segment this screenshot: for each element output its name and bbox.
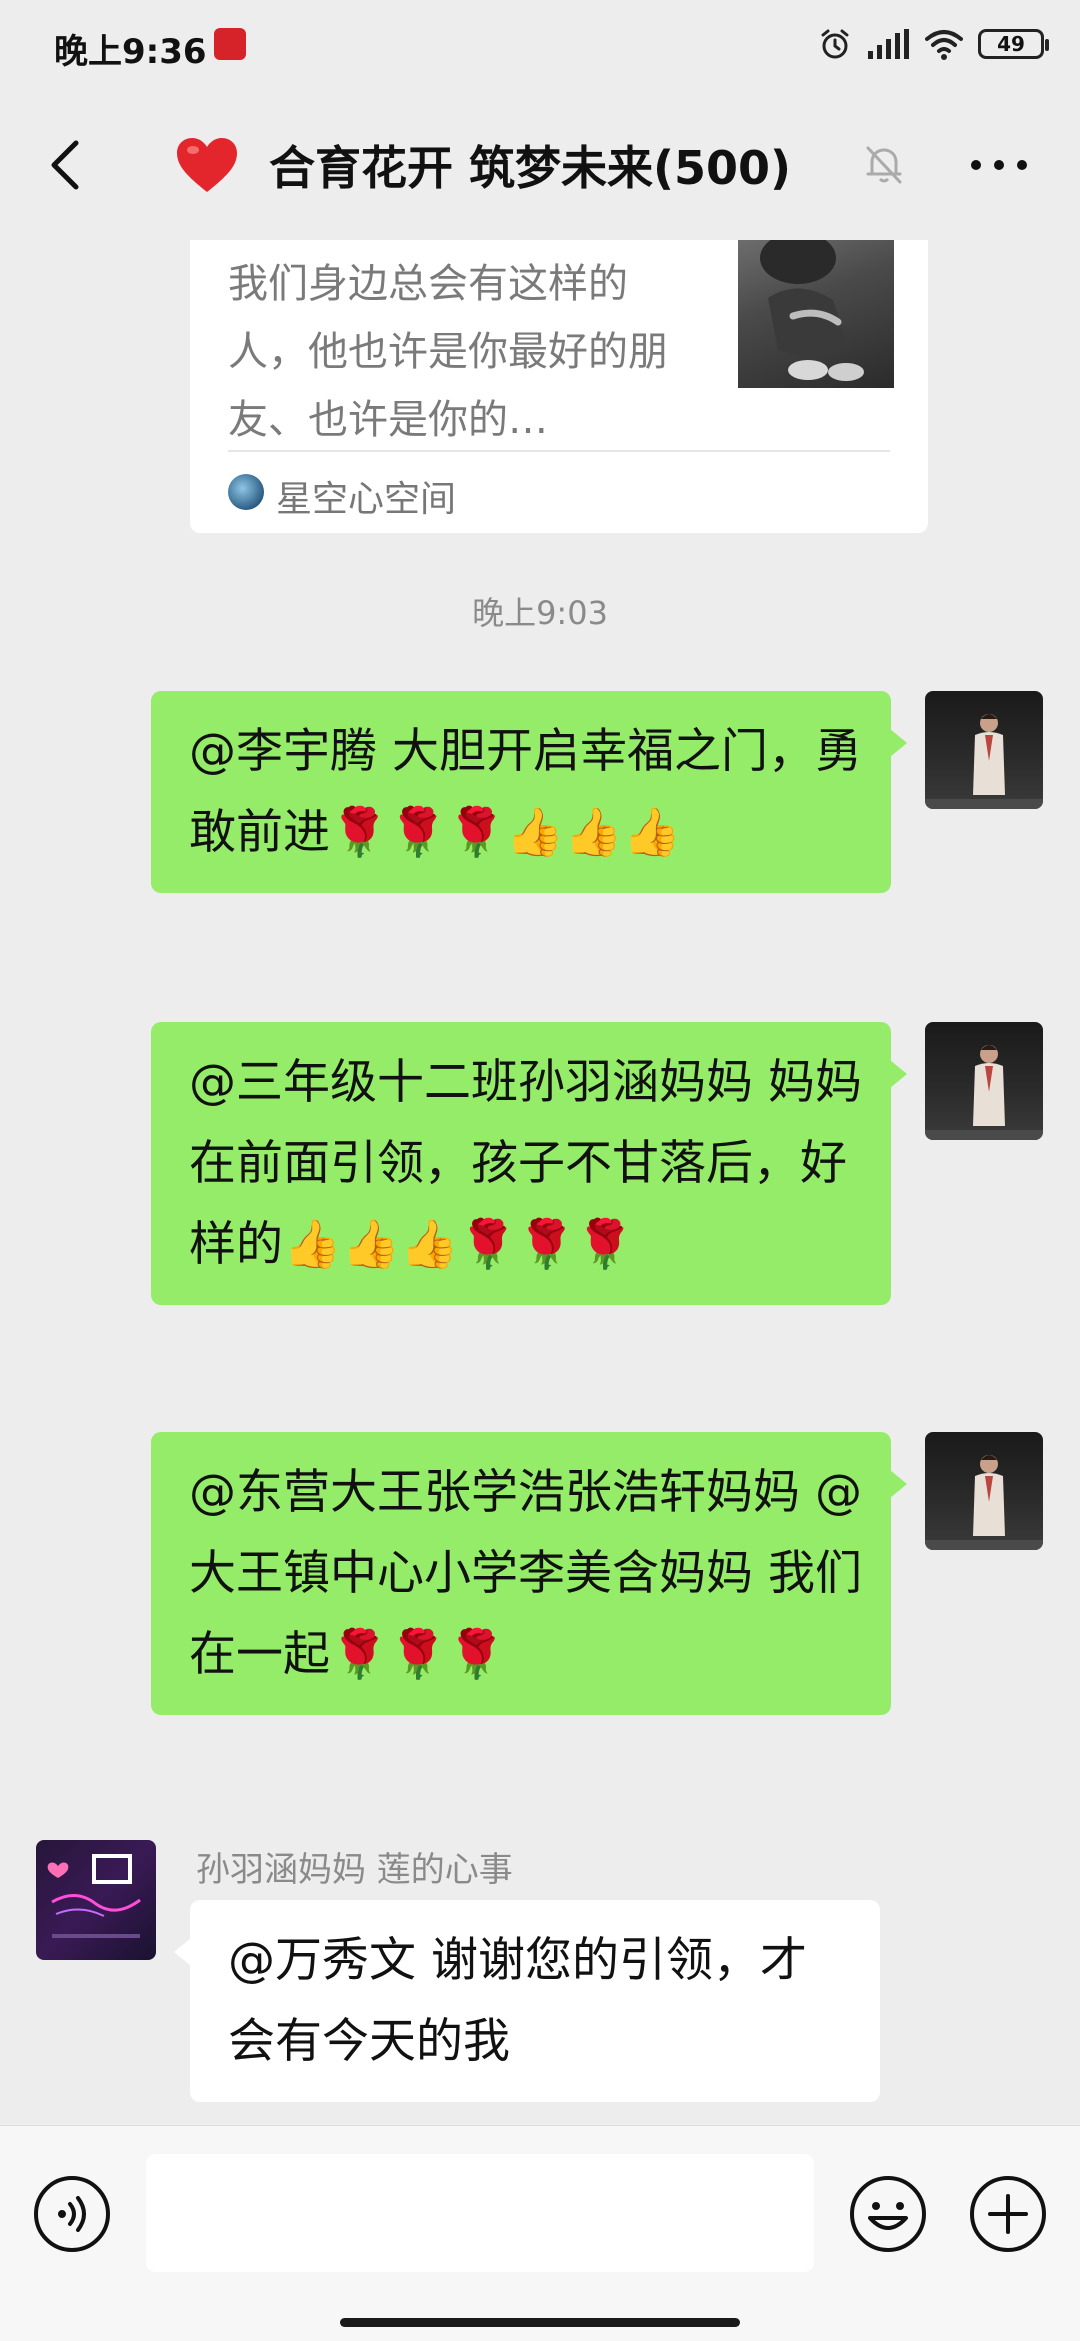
- message-input[interactable]: [146, 2154, 814, 2272]
- message-bubble-other[interactable]: @万秀文 谢谢您的引领，才会有今天的我: [174, 1900, 880, 2102]
- back-button[interactable]: [36, 135, 96, 195]
- voice-input-button[interactable]: [32, 2174, 112, 2254]
- chat-header: 合育花开 筑梦未来(500): [0, 90, 1080, 240]
- message-input-bar: [0, 2125, 1080, 2341]
- status-time: 晚上9:36: [54, 32, 207, 72]
- shared-article-description: 我们身边总会有这样的人，他也许是你最好的朋友、也许是你的…: [228, 261, 668, 443]
- chat-title-area[interactable]: 合育花开 筑梦未来(500): [175, 130, 791, 200]
- battery-indicator: 49: [978, 29, 1049, 59]
- message-bubble-self[interactable]: @李宇腾 大胆开启幸福之门，勇敢前进🌹🌹🌹👍👍👍: [151, 691, 907, 893]
- chat-messages[interactable]: 我们身边总会有这样的人，他也许是你最好的朋友、也许是你的… 星空心空间 晚上9:…: [0, 240, 1080, 2125]
- avatar[interactable]: [36, 1840, 156, 1960]
- chat-timestamp: 晚上9:03: [472, 594, 608, 632]
- card-divider: [228, 450, 890, 452]
- status-bar: 晚上9:36 49: [0, 0, 1080, 90]
- chevron-left-icon: [51, 140, 79, 190]
- plus-button[interactable]: [968, 2174, 1048, 2254]
- message-bubble-self[interactable]: @三年级十二班孙羽涵妈妈 妈妈在前面引领，孩子不甘落后，好样的👍👍👍🌹🌹🌹: [151, 1022, 907, 1305]
- alarm-icon: [821, 29, 849, 59]
- voice-wave-icon: [58, 2196, 86, 2232]
- wifi-icon: [925, 30, 963, 60]
- status-icons: 49: [818, 24, 1049, 64]
- more-options-button[interactable]: [964, 145, 1034, 185]
- avatar[interactable]: [925, 1432, 1043, 1550]
- mute-bell-icon: [866, 146, 902, 184]
- chat-title: 合育花开 筑梦未来(500): [269, 141, 792, 195]
- sender-name: 孙羽涵妈妈 莲的心事: [196, 1850, 513, 1890]
- avatar[interactable]: [925, 1022, 1043, 1140]
- shared-article-source: 星空心空间: [276, 479, 457, 520]
- battery-level: 49: [997, 32, 1025, 56]
- shared-article-thumbnail: [738, 240, 894, 388]
- notification-app-icon: [214, 28, 246, 60]
- source-account-icon: [228, 474, 264, 510]
- signal-hd-icon: [868, 29, 909, 59]
- home-indicator[interactable]: [340, 2318, 740, 2327]
- message-bubble-self[interactable]: @东营大王张学浩张浩轩妈妈 @大王镇中心小学李美含妈妈 我们在一起🌹🌹🌹: [151, 1432, 907, 1715]
- heart-icon: [177, 138, 237, 192]
- avatar[interactable]: [925, 691, 1043, 809]
- shared-article-card[interactable]: 我们身边总会有这样的人，他也许是你最好的朋友、也许是你的… 星空心空间: [190, 240, 928, 533]
- emoji-button[interactable]: [848, 2174, 928, 2254]
